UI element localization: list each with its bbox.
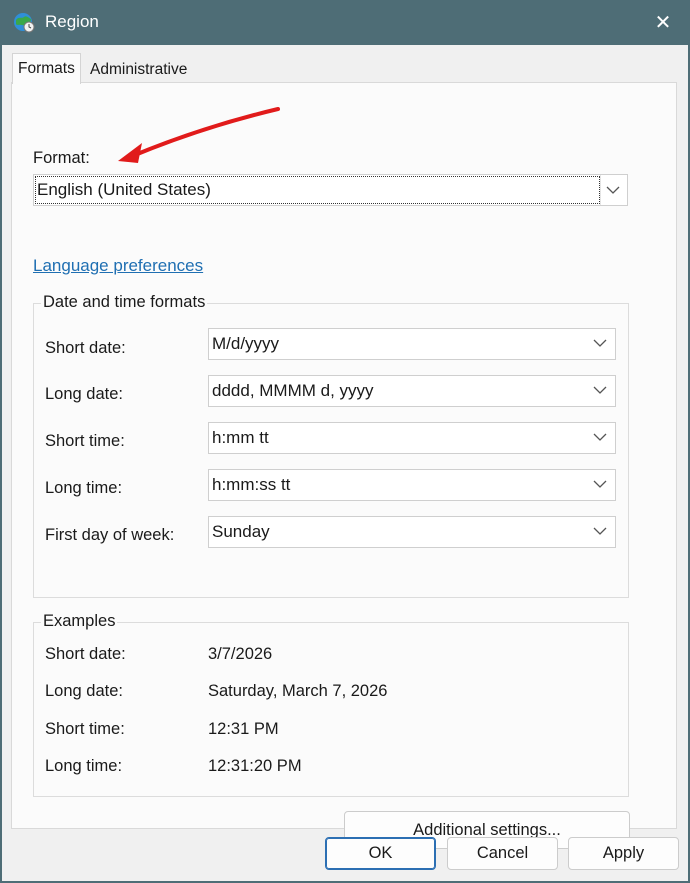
short-time-value: h:mm tt: [212, 428, 269, 447]
tab-administrative[interactable]: Administrative: [85, 57, 192, 83]
close-icon: ✕: [654, 12, 672, 34]
chevron-down-icon: [593, 433, 607, 441]
dialog-client-area: Formats Administrative Format: English (…: [2, 45, 688, 881]
region-window: Region ✕ Formats Administrative Format: …: [0, 0, 690, 883]
short-date-dropdown[interactable]: M/d/yyyy: [208, 328, 616, 360]
long-date-label: Long date:: [45, 385, 123, 403]
apply-button[interactable]: Apply: [568, 837, 679, 870]
formats-panel: Format: English (United States) Language…: [11, 82, 677, 849]
cancel-button[interactable]: Cancel: [447, 837, 558, 870]
language-preferences-link[interactable]: Language preferences: [33, 256, 203, 276]
dropdown-divider: [600, 175, 601, 205]
window-title: Region: [45, 12, 99, 31]
example-long-date-label: Long date:: [45, 682, 123, 700]
tab-formats[interactable]: Formats: [12, 53, 81, 84]
long-time-label: Long time:: [45, 479, 123, 497]
example-short-date-value: 3/7/2026: [208, 645, 273, 663]
example-long-date-value: Saturday, March 7, 2026: [208, 682, 388, 700]
title-bar: Region ✕: [0, 0, 690, 45]
ok-button[interactable]: OK: [325, 837, 436, 870]
long-time-value: h:mm:ss tt: [212, 475, 291, 494]
close-button[interactable]: ✕: [640, 0, 686, 45]
first-day-of-week-label: First day of week:: [45, 526, 175, 544]
chevron-down-icon: [593, 480, 607, 488]
chevron-down-icon: [593, 527, 607, 535]
chevron-down-icon: [593, 386, 607, 394]
date-time-formats-title: Date and time formats: [41, 293, 208, 312]
apply-label: Apply: [602, 844, 645, 862]
chevron-down-icon: [606, 186, 620, 194]
short-date-label: Short date:: [45, 339, 126, 357]
format-dropdown[interactable]: English (United States): [33, 174, 628, 206]
globe-icon: [14, 13, 35, 33]
cancel-label: Cancel: [476, 844, 529, 862]
format-value: English (United States): [37, 180, 211, 199]
short-time-label: Short time:: [45, 432, 125, 450]
example-short-time-value: 12:31 PM: [208, 720, 279, 738]
first-day-of-week-dropdown[interactable]: Sunday: [208, 516, 616, 548]
short-date-value: M/d/yyyy: [212, 334, 280, 353]
tab-formats-label: Formats: [18, 60, 75, 77]
long-date-value: dddd, MMMM d, yyyy: [212, 381, 374, 400]
tab-administrative-label: Administrative: [90, 61, 188, 78]
format-label: Format:: [33, 149, 90, 167]
examples-title: Examples: [41, 612, 118, 631]
ok-label: OK: [368, 844, 393, 862]
long-date-dropdown[interactable]: dddd, MMMM d, yyyy: [208, 375, 616, 407]
short-time-dropdown[interactable]: h:mm tt: [208, 422, 616, 454]
example-short-date-label: Short date:: [45, 645, 126, 663]
long-time-dropdown[interactable]: h:mm:ss tt: [208, 469, 616, 501]
example-short-time-label: Short time:: [45, 720, 125, 738]
example-long-time-label: Long time:: [45, 757, 123, 775]
first-day-of-week-value: Sunday: [212, 522, 270, 541]
example-long-time-value: 12:31:20 PM: [208, 757, 302, 775]
chevron-down-icon: [593, 339, 607, 347]
